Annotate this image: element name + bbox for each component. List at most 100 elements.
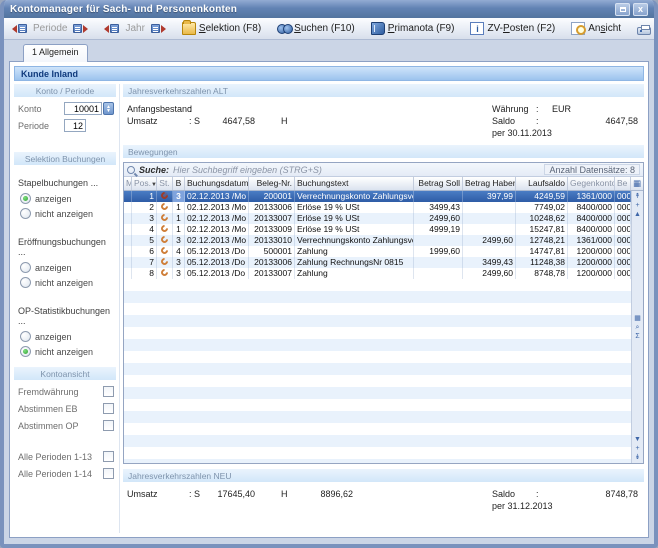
stapel-anzeigen-option[interactable]: anzeigen	[14, 191, 116, 206]
col-m[interactable]: M	[124, 177, 132, 190]
search-icon	[127, 166, 135, 174]
scroll-top-icon[interactable]: ↟	[635, 192, 641, 201]
insert-row-icon[interactable]: +	[635, 201, 639, 210]
append-row-icon[interactable]: +	[635, 444, 639, 453]
alle-perioden-13-row[interactable]: Alle Perioden 1-13	[14, 448, 116, 465]
suchen-button[interactable]: Suchen (F10)	[273, 20, 359, 37]
umsatz-neu-label: Umsatz	[127, 489, 189, 499]
umsatz-alt-label: Umsatz	[127, 116, 189, 126]
page-icon	[73, 24, 82, 33]
konto-spinner[interactable]: ▲▼	[103, 102, 114, 115]
checkbox-icon[interactable]	[103, 420, 114, 431]
table-row[interactable]: 8 3 05.12.2013 /Do 20133007 Zahlung 2499…	[124, 268, 631, 279]
body-area: 1 Allgemein Kunde Inland Konto / Periode…	[4, 40, 654, 544]
col-laufsaldo[interactable]: Laufsaldo	[516, 177, 568, 190]
radio-selected-icon[interactable]	[20, 193, 31, 204]
radio-icon[interactable]	[20, 262, 31, 273]
saldo-alt-value: 4647,58	[552, 116, 642, 126]
grid-search-bar: Suche: Hier Suchbegriff eingeben (STRG+S…	[124, 163, 643, 177]
zv-posten-button[interactable]: ZV-Posten (F2)	[466, 20, 559, 37]
checkbox-icon[interactable]	[103, 468, 114, 479]
table-row[interactable]: 6 4 05.12.2013 /Do 500001 Zahlung 1999,6…	[124, 246, 631, 257]
checkbox-icon[interactable]	[103, 386, 114, 397]
column-chooser-icon[interactable]: ▦	[631, 177, 643, 190]
jahr-next-button[interactable]	[149, 23, 168, 34]
periode-field-row: Periode	[14, 117, 116, 134]
radio-selected-icon[interactable]	[20, 346, 31, 357]
preview-icon	[571, 22, 585, 35]
per-date-alt: per 30.11.2013	[492, 128, 552, 138]
left-panel: Konto / Periode Konto ▲▼ Periode Selekti…	[14, 84, 120, 533]
scroll-up-icon[interactable]: ▲	[634, 210, 641, 219]
close-button[interactable]: x	[633, 3, 648, 16]
radio-icon[interactable]	[20, 331, 31, 342]
waehrung-value: EUR	[552, 104, 642, 114]
eroeffnung-nicht-anzeigen-option[interactable]: nicht anzeigen	[14, 275, 116, 290]
umsatz-alt-soll-value: 4647,58	[203, 116, 255, 126]
table-row[interactable]: 7 3 05.12.2013 /Do 20133006 Zahlung Rech…	[124, 257, 631, 268]
batch-status-icon	[160, 191, 170, 200]
jvz-neu-body: Umsatz : S 17645,40 H 8896,62 Saldo : 87…	[123, 485, 644, 514]
periode-input[interactable]	[64, 119, 86, 132]
konto-input[interactable]	[64, 102, 102, 115]
drucken-button[interactable]: Drucken	[633, 21, 658, 36]
ansicht-button[interactable]: Ansicht	[567, 20, 625, 37]
col-betrag-haben[interactable]: Betrag Haben	[463, 177, 516, 190]
op-anzeigen-option[interactable]: anzeigen	[14, 329, 116, 344]
anfangsbestand-label: Anfangsbestand	[127, 104, 189, 114]
eroeffnung-anzeigen-option[interactable]: anzeigen	[14, 260, 116, 275]
batch-status-icon	[160, 246, 170, 255]
grid-nav-strip: ↟ + ▲ ▦ ⌕ Σ ▼ + ↡	[631, 191, 643, 463]
saldo-alt-label: Saldo	[492, 116, 536, 126]
col-b[interactable]: B	[173, 177, 185, 190]
arrow-left-icon	[12, 25, 17, 33]
col-st[interactable]: St.	[157, 177, 173, 190]
abstimmen-eb-row[interactable]: Abstimmen EB	[14, 400, 116, 417]
main-toolbar: Periode Jahr Selektion (F8) Suchen (F10)…	[4, 18, 654, 40]
table-row[interactable]: 3 1 02.12.2013 /Mo 20133007 Erlöse 19 % …	[124, 213, 631, 224]
col-betrag-soll[interactable]: Betrag Soll	[414, 177, 463, 190]
scroll-bottom-icon[interactable]: ↡	[635, 453, 641, 462]
table-row[interactable]: 4 1 02.12.2013 /Mo 20133009 Erlöse 19 % …	[124, 224, 631, 235]
saldo-neu-value: 8748,78	[552, 489, 642, 499]
stapel-nicht-anzeigen-option[interactable]: nicht anzeigen	[14, 206, 116, 221]
checkbox-icon[interactable]	[103, 451, 114, 462]
search-input[interactable]: Hier Suchbegriff eingeben (STRG+S)	[173, 165, 540, 175]
col-buchungstext[interactable]: Buchungstext	[295, 177, 414, 190]
col-pos[interactable]: Pos.▼	[132, 177, 157, 190]
columns-icon[interactable]: ▦	[634, 314, 641, 323]
op-nicht-anzeigen-option[interactable]: nicht anzeigen	[14, 344, 116, 359]
table-row[interactable]: 5 3 02.12.2013 /Mo 20133010 Verrechnungs…	[124, 235, 631, 246]
col-be[interactable]: Be	[615, 177, 631, 190]
primanota-button[interactable]: Primanota (F9)	[367, 20, 459, 37]
col-gegenkonto[interactable]: Gegenkonto	[568, 177, 615, 190]
periode-prev-button[interactable]	[10, 23, 29, 34]
stapelbuchungen-label: Stapelbuchungen ...	[14, 176, 116, 191]
alle-perioden-14-row[interactable]: Alle Perioden 1-14	[14, 465, 116, 482]
col-beleg-nr[interactable]: Beleg-Nr.	[249, 177, 295, 190]
checkbox-icon[interactable]	[103, 403, 114, 414]
spinner-down-icon: ▼	[106, 109, 111, 113]
table-row[interactable]: 1 3 02.12.2013 /Mo 200001 Verrechnungsko…	[124, 191, 631, 202]
account-header: Kunde Inland	[14, 66, 644, 81]
scroll-down-icon[interactable]: ▼	[634, 435, 641, 444]
bookings-grid: Suche: Hier Suchbegriff eingeben (STRG+S…	[123, 162, 644, 464]
batch-status-icon	[160, 257, 170, 266]
selection-folder-icon	[182, 22, 196, 35]
jahr-prev-button[interactable]	[102, 23, 121, 34]
fremdwaehrung-row[interactable]: Fremdwährung	[14, 383, 116, 400]
sum-icon[interactable]: Σ	[635, 332, 639, 341]
periode-next-button[interactable]	[71, 23, 90, 34]
radio-icon[interactable]	[20, 277, 31, 288]
abstimmen-op-row[interactable]: Abstimmen OP	[14, 417, 116, 434]
restore-button[interactable]	[615, 3, 630, 16]
grid-search-icon[interactable]: ⌕	[636, 323, 640, 332]
selektion-button[interactable]: Selektion (F8)	[178, 20, 265, 37]
radio-icon[interactable]	[20, 208, 31, 219]
col-buchungsdatum[interactable]: Buchungsdatum	[185, 177, 249, 190]
tab-allgemein[interactable]: 1 Allgemein	[23, 44, 88, 62]
konto-field-row: Konto ▲▼	[14, 100, 116, 117]
periode-nav-label: Periode	[31, 23, 69, 34]
konto-periode-header: Konto / Periode	[14, 84, 116, 97]
table-row[interactable]: 2 1 02.12.2013 /Mo 20133006 Erlöse 19 % …	[124, 202, 631, 213]
